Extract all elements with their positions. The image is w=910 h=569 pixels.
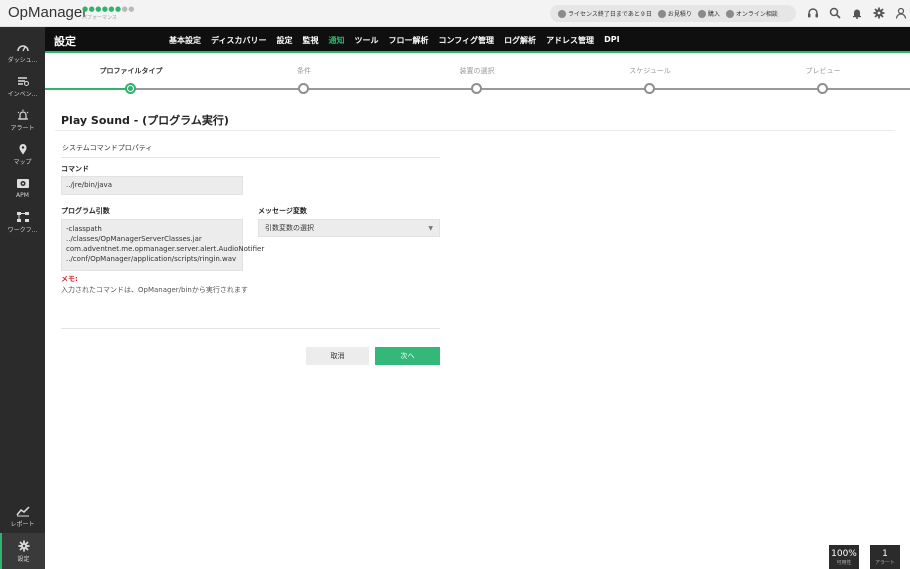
sidebar-item-label: 設定 xyxy=(17,555,30,563)
bell-icon[interactable] xyxy=(850,6,864,20)
availability-value: 100% xyxy=(831,548,857,559)
sidebar-item-label: ダッシュ... xyxy=(7,56,38,64)
settings-header: 設定 基本設定 ディスカバリー 設定 監視 通知 ツール フロー解析 コンフィグ… xyxy=(45,27,910,53)
performance-label: パフォーマンス xyxy=(82,15,117,21)
stepper-progress xyxy=(45,88,131,90)
sidebar-item-reports[interactable]: レポート xyxy=(0,499,45,533)
section-title: システムコマンドプロパティ xyxy=(62,144,153,152)
sidebar-item-alerts[interactable]: アラート xyxy=(0,103,45,137)
top-bar: OpManager ●●●●●●●● パフォーマンス ライセンス終了日まであと９… xyxy=(0,0,910,27)
command-input[interactable]: ../jre/bin/java xyxy=(61,176,243,195)
performance-stars: ●●●●●●●● xyxy=(82,5,135,13)
report-icon xyxy=(15,505,30,517)
license-text: ライセンス終了日まであと９日 xyxy=(568,11,652,18)
step-device-selection[interactable]: 装置の選択 xyxy=(417,66,537,76)
divider xyxy=(61,157,440,158)
divider xyxy=(55,130,895,131)
nav-tools[interactable]: ツール xyxy=(354,35,378,46)
app-logo[interactable]: OpManager xyxy=(8,4,87,21)
step-condition[interactable]: 条件 xyxy=(244,66,364,76)
nav-basic-settings[interactable]: 基本設定 xyxy=(169,35,201,46)
sidebar-item-label: APM xyxy=(16,191,29,199)
next-button[interactable]: 次へ xyxy=(375,347,440,365)
settings-icon xyxy=(17,540,31,552)
args-textarea[interactable]: -classpath ../classes/OpManagerServerCla… xyxy=(61,219,264,271)
availability-widget[interactable]: 100% 可用性 xyxy=(829,545,859,569)
chat-icon xyxy=(725,9,734,18)
consult-link[interactable]: オンライン相談 xyxy=(725,9,778,18)
quote-icon xyxy=(657,9,666,18)
args-label: プログラム引数 xyxy=(61,207,110,215)
alerts-label: アラート xyxy=(874,559,895,566)
headset-icon[interactable] xyxy=(806,6,820,20)
step-preview[interactable]: プレビュー xyxy=(763,66,883,76)
search-icon[interactable] xyxy=(828,6,842,20)
user-avatar-icon[interactable] xyxy=(894,6,908,20)
inventory-icon xyxy=(16,75,30,87)
message-variable-value: 引数変数の選択 xyxy=(265,224,314,232)
sidebar-item-label: インベン... xyxy=(7,90,38,98)
step-profile-type[interactable]: プロファイルタイプ xyxy=(71,66,191,76)
nav-monitoring[interactable]: 監視 xyxy=(302,35,318,46)
step-dot-schedule[interactable] xyxy=(644,83,655,94)
workflow-icon xyxy=(16,211,30,223)
license-link[interactable]: ライセンス終了日まであと９日 xyxy=(558,9,652,18)
map-pin-icon xyxy=(16,143,30,155)
apm-icon xyxy=(16,178,30,190)
sidebar-item-label: レポート xyxy=(10,520,35,528)
settings-nav: 基本設定 ディスカバリー 設定 監視 通知 ツール フロー解析 コンフィグ管理 … xyxy=(169,35,620,46)
nav-discovery[interactable]: ディスカバリー xyxy=(211,35,266,46)
stars-empty: ●● xyxy=(121,5,135,13)
step-dot-device-selection[interactable] xyxy=(471,83,482,94)
alerts-widget[interactable]: 1 アラート xyxy=(870,545,900,569)
wizard-stepper: プロファイルタイプ 条件 装置の選択 スケジュール プレビュー xyxy=(45,55,910,95)
nav-configuration[interactable]: 設定 xyxy=(276,35,292,46)
alerts-count: 1 xyxy=(882,548,888,559)
sidebar-item-apm[interactable]: APM xyxy=(0,171,45,205)
nav-notification[interactable]: 通知 xyxy=(328,35,344,46)
step-schedule[interactable]: スケジュール xyxy=(590,66,710,76)
cart-icon xyxy=(697,9,706,18)
stars-filled: ●●●●●● xyxy=(82,5,122,13)
quote-text: お見積り xyxy=(667,11,692,18)
dashboard-icon xyxy=(16,41,30,53)
left-sidebar: ダッシュ... インベン... アラート マップ APM ワークフ... レポー… xyxy=(0,27,45,569)
availability-label: 可用性 xyxy=(836,559,852,566)
consult-text: オンライン相談 xyxy=(735,11,778,18)
sidebar-item-workflow[interactable]: ワークフ... xyxy=(0,205,45,239)
step-dot-profile-type[interactable] xyxy=(125,83,136,94)
sidebar-item-dashboard[interactable]: ダッシュ... xyxy=(0,35,45,69)
nav-dpi[interactable]: DPI xyxy=(604,35,619,46)
memo-label: メモ: xyxy=(61,275,78,283)
nav-log-analysis[interactable]: ログ解析 xyxy=(504,35,536,46)
command-label: コマンド xyxy=(61,165,89,173)
step-dot-condition[interactable] xyxy=(298,83,309,94)
cancel-button[interactable]: 取消 xyxy=(306,347,369,365)
sidebar-item-map[interactable]: マップ xyxy=(0,137,45,171)
buy-text: 購入 xyxy=(707,11,720,18)
quote-link[interactable]: お見積り xyxy=(657,9,692,18)
sidebar-item-settings[interactable]: 設定 xyxy=(0,533,45,569)
clock-icon xyxy=(558,9,566,18)
message-variable-select[interactable]: 引数変数の選択 ▼ xyxy=(258,219,440,237)
alert-icon xyxy=(16,109,30,121)
gear-icon[interactable] xyxy=(872,6,886,20)
page-section-title: 設定 xyxy=(54,35,76,48)
nav-config-management[interactable]: コンフィグ管理 xyxy=(438,35,494,46)
sidebar-item-label: ワークフ... xyxy=(7,226,38,234)
message-variable-label: メッセージ変数 xyxy=(258,207,307,215)
sidebar-item-inventory[interactable]: インベン... xyxy=(0,69,45,103)
nav-flow-analysis[interactable]: フロー解析 xyxy=(388,35,428,46)
step-dot-preview[interactable] xyxy=(817,83,828,94)
buy-link[interactable]: 購入 xyxy=(697,9,720,18)
sidebar-item-label: アラート xyxy=(10,124,35,132)
nav-address-management[interactable]: アドレス管理 xyxy=(546,35,594,46)
memo-text: 入力されたコマンドは、OpManager/binから実行されます xyxy=(61,286,248,294)
top-icon-group xyxy=(806,6,908,20)
license-pill-bar: ライセンス終了日まであと９日 お見積り 購入 オンライン相談 xyxy=(550,5,796,22)
form-title: Play Sound - (プログラム実行) xyxy=(61,114,229,127)
divider xyxy=(61,328,440,329)
chevron-down-icon: ▼ xyxy=(428,224,433,232)
sidebar-item-label: マップ xyxy=(13,158,32,166)
